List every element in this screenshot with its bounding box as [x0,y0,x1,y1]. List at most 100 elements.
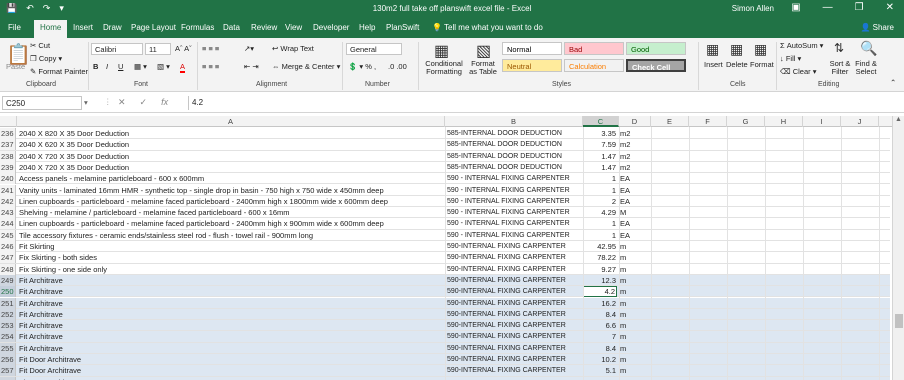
cell-unit[interactable]: m [619,365,649,376]
cell-trade[interactable]: 585-INTERNAL DOOR DEDUCTION [445,151,583,162]
row-header[interactable]: 253 [0,320,16,332]
enter-icon[interactable]: ✓ [140,97,148,108]
conditional-formatting-button[interactable]: Conditional Formatting [423,60,465,76]
delete-cells-button[interactable]: Delete [726,60,748,69]
tab-developer[interactable]: Developer [313,23,349,32]
font-color-icon[interactable]: A [180,62,186,73]
cell-quantity[interactable]: 7 [583,331,617,342]
row-header[interactable]: 237 [0,139,16,151]
row-header[interactable]: 250 [0,286,16,298]
cell-quantity[interactable]: 16.2 [583,298,617,309]
format-as-table-icon[interactable]: ▧ [476,41,491,61]
cell-description[interactable]: Linen cupboards - particleboard - melami… [17,196,445,207]
tell-me-search[interactable]: 💡 Tell me what you want to do [432,23,543,32]
row-header[interactable]: 241 [0,184,16,196]
column-header-h[interactable]: H [765,116,803,127]
row-header[interactable]: 247 [0,252,16,264]
restore-icon[interactable]: ❐ [855,2,864,13]
column-header-g[interactable]: G [727,116,765,127]
cell-unit[interactable]: EA [619,185,649,196]
borders-icon[interactable]: ▦ ▾ [134,62,147,71]
merge-center-button[interactable]: ⇔ Merge & Center ▾ [272,62,340,71]
cell-description[interactable]: Fit Architrave [17,343,445,354]
tab-file[interactable]: File [8,23,21,32]
cell-unit[interactable]: m [619,275,649,286]
delete-cells-icon[interactable]: ▦ [730,41,743,58]
cell-trade[interactable]: 590 - INTERNAL FIXING CARPENTER [445,230,583,241]
cell-quantity[interactable]: 3.35 [583,128,617,139]
collapse-ribbon-icon[interactable]: ⌃ [890,78,896,87]
cell-unit[interactable]: m [619,286,649,297]
cell-unit[interactable]: m [619,320,649,331]
cell-unit[interactable]: m [619,252,649,263]
tab-formulas[interactable]: Formulas [181,23,214,32]
insert-cells-icon[interactable]: ▦ [706,41,719,58]
decimal-icons[interactable]: .0 .00 [388,62,407,71]
cell-quantity[interactable]: 42.95 [583,241,617,252]
cell-unit[interactable]: m [619,298,649,309]
row-header[interactable]: 236 [0,128,16,139]
cell-style-normal[interactable]: Normal [502,42,562,55]
format-cells-button[interactable]: Format [750,60,774,69]
column-header-j[interactable]: J [841,116,879,127]
cell-unit[interactable]: m [619,309,649,320]
tab-planswift[interactable]: PlanSwift [386,23,419,32]
cell-unit[interactable]: m2 [619,162,649,173]
row-header[interactable]: 256 [0,354,16,365]
row-header[interactable]: 244 [0,218,16,230]
ribbon-display-options-icon[interactable]: ▣ [791,2,800,13]
cell-trade[interactable]: 590-INTERNAL FIXING CARPENTER [445,252,583,263]
row-header[interactable]: 238 [0,150,16,162]
cell-style-neutral[interactable]: Neutral [502,59,562,72]
tab-home[interactable]: Home [34,20,68,38]
cell-trade[interactable]: 590-INTERNAL FIXING CARPENTER [445,286,583,297]
cell-trade[interactable]: 585-INTERNAL DOOR DEDUCTION [445,162,583,173]
cell-unit[interactable]: m [619,264,649,275]
row-header[interactable]: 251 [0,297,16,309]
grow-font-icon[interactable]: Aˆ Aˇ [175,44,192,53]
underline-button[interactable]: U [118,62,123,71]
cell-quantity[interactable]: 1.47 [583,162,617,173]
cell-trade[interactable]: 585-INTERNAL DOOR DEDUCTION [445,128,583,139]
indent-icons[interactable]: ⇤ ⇥ [244,62,259,71]
cell-trade[interactable]: 590-INTERNAL FIXING CARPENTER [445,241,583,252]
cell-quantity[interactable]: 1 [583,218,617,229]
tab-data[interactable]: Data [223,23,240,32]
tab-insert[interactable]: Insert [73,23,93,32]
name-box-dropdown-icon[interactable]: ▾ [84,98,88,107]
find-select-button[interactable]: Find & Select [852,60,880,76]
cell-description[interactable]: Vanity units - laminated 16mm HMR - synt… [17,185,445,196]
formula-input[interactable]: 4.2 [188,96,902,110]
cell-unit[interactable]: EA [619,196,649,207]
cell-trade[interactable]: 590-INTERNAL FIXING CARPENTER [445,298,583,309]
cell-description[interactable]: Fit Architrave [17,309,445,320]
font-size-select[interactable]: 11 [145,43,171,55]
cell-unit[interactable]: m2 [619,139,649,150]
cell-trade[interactable]: 590 - INTERNAL FIXING CARPENTER [445,185,583,196]
cell-description[interactable]: 2040 X 820 X 35 Door Deduction [17,128,445,139]
cell-trade[interactable]: 590-INTERNAL FIXING CARPENTER [445,354,583,365]
close-icon[interactable]: ✕ [886,2,894,13]
select-all-corner[interactable] [0,116,17,127]
cell-description[interactable]: Tile accessory fixtures - ceramic ends/s… [17,230,445,241]
cell-quantity[interactable]: 10.2 [583,354,617,365]
cell-quantity[interactable]: 4.29 [583,207,617,218]
sort-filter-button[interactable]: Sort & Filter [826,60,854,76]
insert-function-icon[interactable]: fx [161,97,168,108]
cell-description[interactable]: Fit Architrave [17,320,445,331]
cell-unit[interactable]: EA [619,230,649,241]
row-header[interactable]: 255 [0,342,16,354]
format-painter-button[interactable]: ✎ Format Painter [30,67,88,76]
cell-quantity[interactable]: 1 [583,173,617,184]
minimize-icon[interactable]: — [823,2,833,13]
cell-unit[interactable]: m [619,343,649,354]
insert-cells-button[interactable]: Insert [704,60,723,69]
cell-description[interactable]: 2040 X 720 X 35 Door Deduction [17,151,445,162]
cell-trade[interactable]: 590-INTERNAL FIXING CARPENTER [445,264,583,275]
cell-quantity[interactable]: 1.47 [583,151,617,162]
name-box[interactable]: C250 [2,96,82,110]
worksheet-grid[interactable]: A B C D E F G H I J 236 2040 X 820 X 35 D… [0,116,904,380]
cell-description[interactable]: Shelving - melamine / particleboard - me… [17,207,445,218]
cell-style-check-cell[interactable]: Check Cell [626,59,686,72]
cell-quantity[interactable]: 8.4 [583,309,617,320]
